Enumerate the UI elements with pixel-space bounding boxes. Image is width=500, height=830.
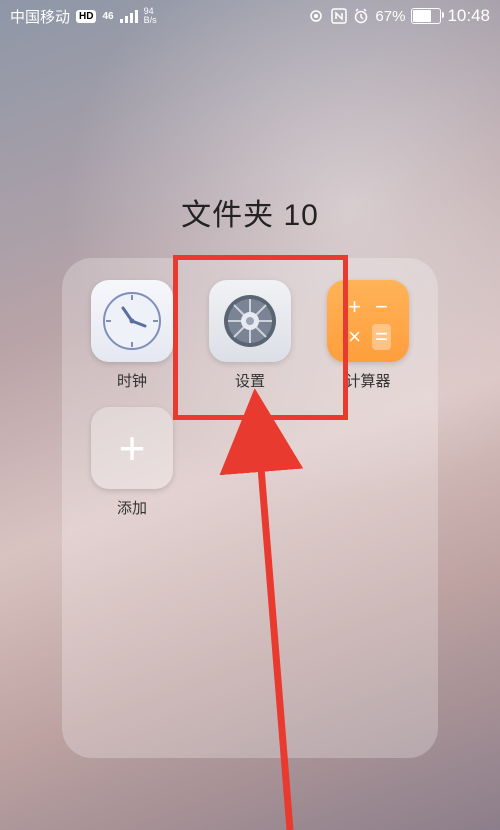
net-rate: 94 B/s xyxy=(144,7,157,25)
clock-time: 10:48 xyxy=(447,6,490,26)
carrier-label: 中国移动 xyxy=(10,6,70,27)
network-gen: 46 xyxy=(102,11,113,22)
app-add[interactable]: + 添加 xyxy=(82,407,182,518)
signal-icon xyxy=(120,9,138,23)
folder-title[interactable]: 文件夹 10 xyxy=(0,190,500,234)
add-icon: + xyxy=(91,407,173,489)
nfc-icon xyxy=(331,8,347,24)
status-bar: 中国移动 HD 46 94 B/s xyxy=(0,0,500,32)
battery-pct: 67% xyxy=(375,8,405,25)
app-label: 时钟 xyxy=(117,370,147,391)
app-label: 添加 xyxy=(117,497,147,518)
hd-badge: HD xyxy=(76,10,96,23)
app-label: 计算器 xyxy=(345,370,390,391)
home-screen: 中国移动 HD 46 94 B/s xyxy=(0,0,500,830)
eye-comfort-icon xyxy=(307,9,325,23)
battery-icon xyxy=(411,8,441,24)
annotation-highlight xyxy=(173,255,348,420)
alarm-icon xyxy=(353,8,369,24)
app-clock[interactable]: 时钟 xyxy=(82,280,182,391)
clock-icon xyxy=(91,280,173,362)
